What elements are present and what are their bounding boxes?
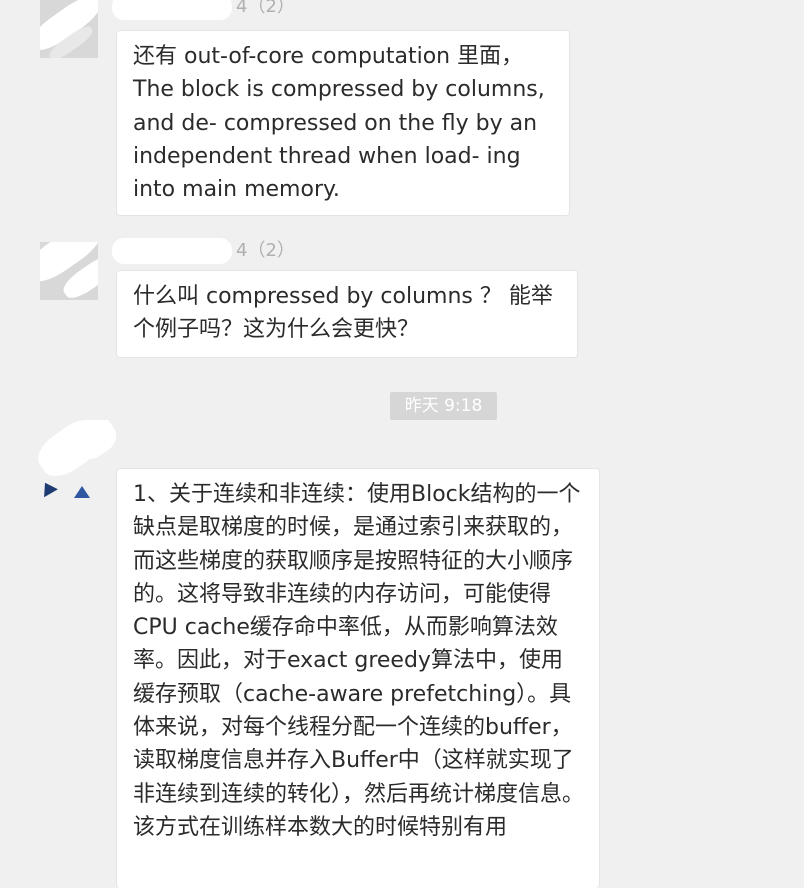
avatar[interactable] (40, 0, 98, 58)
sender-name-suffix: 4（2） (236, 240, 295, 261)
message-bubble: 1、关于连续和非连续：使用Block结构的一个缺点是取梯度的时候，是通过索引来获… (116, 468, 600, 888)
sender-name: 4（2） (112, 236, 295, 264)
avatar-shape (38, 478, 58, 498)
avatar-shape (74, 486, 90, 498)
message-text: 还有 out-of-core computation 里面，The block … (133, 44, 545, 203)
avatar[interactable] (36, 420, 116, 500)
message-text: 1、关于连续和非连续：使用Block结构的一个缺点是取梯度的时候，是通过索引来获… (133, 482, 585, 840)
message-bubble: 还有 out-of-core computation 里面，The block … (116, 30, 570, 216)
chat-window: { "chat": { "messages": [ { "sender_visi… (0, 0, 804, 888)
redacted-name (112, 238, 232, 264)
redacted-name (112, 0, 232, 20)
avatar[interactable] (40, 242, 98, 300)
message-bubble: 什么叫 compressed by columns ？ 能举个例子吗？这为什么会… (116, 270, 578, 358)
sender-name-suffix: 4（2） (236, 0, 295, 17)
message-text: 什么叫 compressed by columns ？ 能举个例子吗？这为什么会… (133, 284, 553, 343)
timestamp-divider: 昨天 9:18 (390, 392, 497, 420)
sender-name: 4（2） (112, 0, 295, 20)
